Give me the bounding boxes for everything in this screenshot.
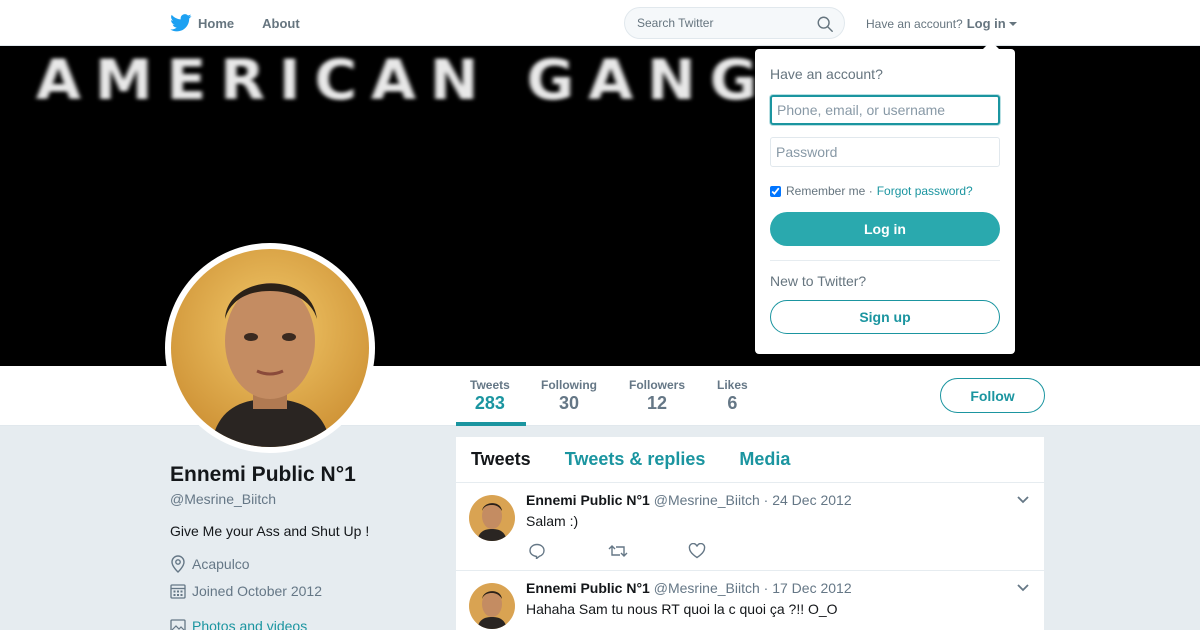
tweet[interactable]: Ennemi Public N°1 @Mesrine_Biitch · 24 D… — [456, 483, 1044, 571]
profile-handle[interactable]: @Mesrine_Biitch — [170, 491, 276, 507]
search-icon[interactable] — [816, 15, 834, 33]
calendar-icon — [170, 584, 186, 599]
stat-label: Following — [541, 378, 597, 392]
stat-value: 6 — [727, 393, 738, 413]
login-dropdown: Have an account? Remember me · Forgot pa… — [755, 41, 1015, 354]
tweet-actions — [528, 542, 768, 564]
tweet-date[interactable]: · 17 Dec 2012 — [764, 580, 852, 596]
tweet-author-handle[interactable]: @Mesrine_Biitch — [654, 492, 760, 508]
account-prompt: Have an account? — [866, 16, 963, 31]
image-icon — [170, 619, 186, 630]
new-to-twitter-text: New to Twitter? — [770, 273, 867, 289]
tab-media[interactable]: Media — [739, 449, 790, 470]
login-dropdown-title: Have an account? — [770, 66, 883, 82]
stat-label: Likes — [717, 378, 748, 392]
tweet-avatar[interactable] — [469, 495, 515, 541]
tweet-text: Salam :) — [526, 513, 579, 529]
forgot-password-link[interactable]: Forgot password? — [877, 184, 973, 198]
divider — [770, 260, 1000, 261]
username-input[interactable] — [770, 95, 1000, 125]
remember-me-row: Remember me · Forgot password? — [770, 184, 973, 198]
stat-value: 30 — [558, 393, 580, 413]
caret-down-icon[interactable] — [1008, 21, 1017, 26]
timeline: Tweets Tweets & replies Media Ennemi Pub… — [456, 437, 1044, 630]
avatar-image — [171, 249, 369, 447]
tweet-author-handle[interactable]: @Mesrine_Biitch — [654, 580, 760, 596]
remember-me-checkbox[interactable] — [770, 185, 781, 197]
profile-name: Ennemi Public N°1 — [170, 463, 356, 486]
tweet-avatar[interactable] — [469, 583, 515, 629]
profile-avatar[interactable] — [165, 243, 375, 453]
nav-about[interactable]: About — [262, 16, 300, 31]
photos-videos-link[interactable]: Photos and videos — [170, 618, 307, 630]
profile-location: Acapulco — [170, 555, 250, 573]
tab-tweets-replies[interactable]: Tweets & replies — [565, 449, 706, 470]
active-stat-indicator — [456, 422, 526, 426]
reply-action[interactable] — [528, 543, 608, 564]
stat-tweets[interactable]: Tweets 283 — [470, 378, 510, 414]
timeline-tabs: Tweets Tweets & replies Media — [456, 437, 1044, 483]
photos-videos-label[interactable]: Photos and videos — [192, 618, 307, 630]
top-nav: Home About Have an account? Log in — [0, 0, 1200, 46]
retweet-icon[interactable] — [608, 543, 628, 559]
password-input[interactable] — [770, 137, 1000, 167]
twitter-bird-icon — [170, 14, 192, 32]
joined-text: Joined October 2012 — [192, 583, 322, 599]
stat-label: Tweets — [470, 378, 510, 392]
reply-icon[interactable] — [528, 543, 546, 561]
nav-home-label: Home — [198, 15, 235, 31]
nav-home[interactable]: Home — [170, 14, 234, 32]
tweet-author-name[interactable]: Ennemi Public N°1 — [526, 492, 650, 508]
search-box[interactable] — [624, 7, 845, 39]
tweet-date[interactable]: · 24 Dec 2012 — [764, 492, 852, 508]
tweet-author-name[interactable]: Ennemi Public N°1 — [526, 580, 650, 596]
stat-likes[interactable]: Likes 6 — [717, 378, 748, 414]
profile-joined: Joined October 2012 — [170, 583, 322, 599]
nav-left: Home About — [170, 0, 328, 46]
retweet-action[interactable] — [608, 543, 688, 564]
tweet-header: Ennemi Public N°1 @Mesrine_Biitch · 24 D… — [526, 492, 852, 508]
stat-followers[interactable]: Followers 12 — [629, 378, 685, 414]
tweet-text: Hahaha Sam tu nous RT quoi la c quoi ça … — [526, 601, 838, 617]
stat-value: 12 — [646, 393, 668, 413]
search-input[interactable] — [637, 16, 807, 30]
stat-following[interactable]: Following 30 — [541, 378, 597, 414]
signup-button[interactable]: Sign up — [770, 300, 1000, 334]
location-text: Acapulco — [192, 556, 250, 572]
login-button[interactable]: Log in — [770, 212, 1000, 246]
heart-icon[interactable] — [688, 542, 706, 559]
follow-button[interactable]: Follow — [940, 378, 1045, 413]
nav-about-label: About — [262, 15, 300, 31]
tweet[interactable]: Ennemi Public N°1 @Mesrine_Biitch · 17 D… — [456, 571, 1044, 630]
stat-value: 283 — [474, 393, 505, 413]
chevron-down-icon[interactable] — [1016, 495, 1030, 505]
remember-me-label[interactable]: Remember me · — [786, 184, 873, 198]
tab-tweets[interactable]: Tweets — [471, 449, 531, 470]
login-dropdown-toggle[interactable]: Log in — [967, 16, 1006, 31]
chevron-down-icon[interactable] — [1016, 583, 1030, 593]
location-pin-icon — [171, 555, 185, 573]
profile-bio: Give Me your Ass and Shut Up ! — [170, 523, 370, 539]
account-menu[interactable]: Have an account? Log in — [866, 16, 1017, 31]
like-action[interactable] — [688, 542, 768, 564]
stat-label: Followers — [629, 378, 686, 392]
tweet-header: Ennemi Public N°1 @Mesrine_Biitch · 17 D… — [526, 580, 852, 596]
